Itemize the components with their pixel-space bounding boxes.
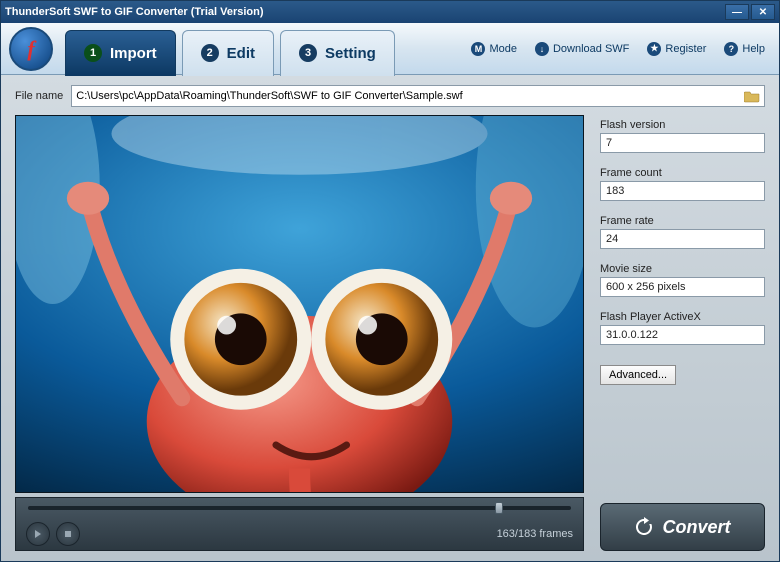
player-controls: 163/183 frames [15,497,584,551]
stop-button[interactable] [56,522,80,546]
register-link[interactable]: ★ Register [641,40,712,58]
flash-version-value: 7 [600,133,765,153]
toolbar: f 1 Import 2 Edit 3 Setting M Mode ↓ Dow… [1,23,779,75]
titlebar: ThunderSoft SWF to GIF Converter (Trial … [1,1,779,23]
tab-label: Setting [325,45,376,62]
frame-count-value: 183 [600,181,765,201]
tab-setting[interactable]: 3 Setting [280,30,395,76]
file-name-input[interactable] [76,90,744,102]
tab-label: Import [110,45,157,62]
open-file-icon[interactable] [744,89,760,103]
tab-number-icon: 1 [84,44,102,62]
play-button[interactable] [26,522,50,546]
mode-icon: M [471,42,485,56]
frame-rate-value: 24 [600,229,765,249]
help-icon: ? [724,42,738,56]
tab-number-icon: 3 [299,44,317,62]
tab-import[interactable]: 1 Import [65,30,176,76]
tab-number-icon: 2 [201,44,219,62]
close-button[interactable]: ✕ [751,4,775,20]
movie-size-value: 600 x 256 pixels [600,277,765,297]
download-icon: ↓ [535,42,549,56]
help-link[interactable]: ? Help [718,40,771,58]
advanced-button[interactable]: Advanced... [600,365,676,385]
convert-label: Convert [662,517,730,538]
flash-version-label: Flash version [600,119,765,131]
convert-button[interactable]: Convert [600,503,765,551]
convert-icon [634,517,654,537]
download-swf-link[interactable]: ↓ Download SWF [529,40,635,58]
preview-image [16,116,583,492]
preview-area [15,115,584,493]
file-name-label: File name [15,90,63,102]
download-label: Download SWF [553,43,629,55]
mode-link[interactable]: M Mode [465,40,523,58]
activex-label: Flash Player ActiveX [600,311,765,323]
minimize-button[interactable]: — [725,4,749,20]
mode-label: Mode [489,43,517,55]
frame-rate-label: Frame rate [600,215,765,227]
register-icon: ★ [647,42,661,56]
tab-label: Edit [227,45,255,62]
register-label: Register [665,43,706,55]
frame-counter: 163/183 frames [497,528,573,540]
app-title: ThunderSoft SWF to GIF Converter (Trial … [5,6,264,18]
slider-thumb-icon[interactable] [495,502,503,514]
activex-value: 31.0.0.122 [600,325,765,345]
progress-slider[interactable] [28,506,571,510]
help-label: Help [742,43,765,55]
app-logo-icon: f [9,27,53,71]
tab-edit[interactable]: 2 Edit [182,30,274,76]
frame-count-label: Frame count [600,167,765,179]
movie-size-label: Movie size [600,263,765,275]
